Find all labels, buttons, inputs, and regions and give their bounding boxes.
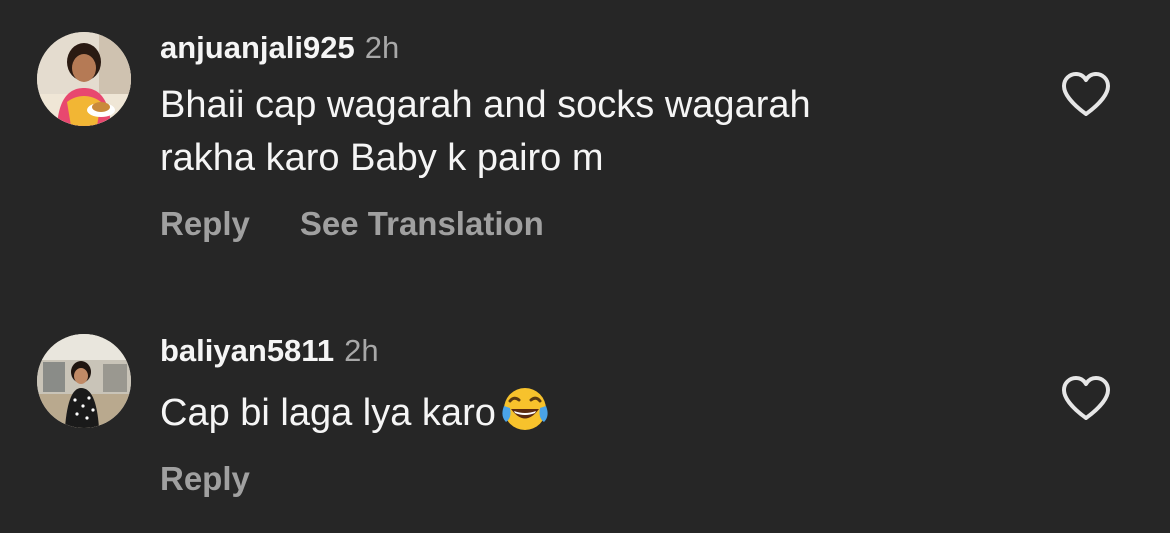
comment-text-line: Bhaii cap wagarah and socks wagarah <box>160 84 811 126</box>
user-photo-avatar-icon <box>37 32 131 126</box>
comment-text-line: Cap bi laga lya karo <box>160 384 1020 440</box>
comment-header: anjuanjali925 2h <box>160 30 399 66</box>
like-button[interactable] <box>1060 374 1112 422</box>
avatar[interactable] <box>37 32 131 126</box>
username[interactable]: baliyan5811 <box>160 333 334 368</box>
timestamp: 2h <box>344 333 379 368</box>
user-photo-avatar-icon <box>37 334 131 428</box>
see-translation-button[interactable]: See Translation <box>300 204 544 244</box>
reply-button[interactable]: Reply <box>160 459 250 499</box>
comment-text-line: rakha karo Baby k pairo m <box>160 137 604 179</box>
comment-text: Cap bi laga lya karo <box>160 384 1020 440</box>
comment-text-content: Cap bi laga lya karo <box>160 392 496 434</box>
heart-outline-icon <box>1062 376 1110 420</box>
comment-header: baliyan5811 2h <box>160 333 379 369</box>
avatar[interactable] <box>37 334 131 428</box>
timestamp: 2h <box>364 30 400 65</box>
like-button[interactable] <box>1060 70 1112 118</box>
comment-text: Bhaii cap wagarah and socks wagarah rakh… <box>160 79 1020 185</box>
face-with-tears-of-joy-emoji-icon <box>500 384 550 434</box>
comment-actions: Reply <box>160 459 250 499</box>
heart-outline-icon <box>1062 72 1110 116</box>
comment-actions: Reply See Translation <box>160 204 544 244</box>
reply-button[interactable]: Reply <box>160 204 250 244</box>
username[interactable]: anjuanjali925 <box>160 30 355 65</box>
